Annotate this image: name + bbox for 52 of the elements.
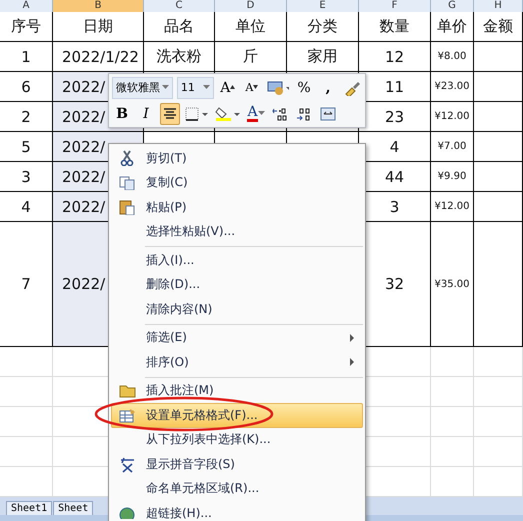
table-cell: 12 bbox=[359, 42, 431, 72]
menu-item[interactable]: 从下拉列表中选择(K)... bbox=[111, 428, 363, 452]
column-header[interactable]: A bbox=[0, 0, 53, 12]
sheet-tab[interactable]: Sheet bbox=[53, 501, 94, 515]
table-cell: ¥9.90 bbox=[431, 162, 474, 192]
column-header[interactable]: H bbox=[474, 0, 523, 12]
menu-item[interactable]: 插入批注(M) bbox=[111, 378, 363, 403]
table-cell: 4 bbox=[0, 192, 53, 222]
font-size-dropdown[interactable]: 11 bbox=[176, 76, 214, 98]
header-cell: 数量 bbox=[359, 12, 431, 42]
menu-item[interactable]: 排序(O) bbox=[111, 350, 363, 374]
column-header[interactable]: C bbox=[144, 0, 215, 12]
table-cell: 3 bbox=[0, 162, 53, 192]
table-cell: 2 bbox=[0, 102, 53, 132]
header-cell: 单位 bbox=[215, 12, 287, 42]
sheet-tab[interactable]: Sheet1 bbox=[6, 501, 52, 515]
header-cell: 日期 bbox=[53, 12, 144, 42]
column-header[interactable]: B bbox=[53, 0, 144, 12]
grow-font-button[interactable]: A bbox=[218, 76, 238, 98]
header-cell: 金额 bbox=[474, 12, 523, 42]
table-cell: 6 bbox=[0, 72, 53, 102]
column-header[interactable]: E bbox=[287, 0, 359, 12]
table-cell: 家用 bbox=[287, 42, 359, 72]
table-cell: 1 bbox=[0, 42, 53, 72]
menu-item[interactable]: 设置单元格格式(F)... bbox=[111, 403, 363, 428]
column-header[interactable]: F bbox=[359, 0, 431, 12]
header-cell: 品名 bbox=[144, 12, 215, 42]
table-cell: 洗衣粉 bbox=[144, 42, 215, 72]
percent-button[interactable]: % bbox=[294, 76, 314, 98]
menu-item[interactable]: 显示拼音字段(S) bbox=[111, 452, 363, 476]
bold-button[interactable]: B bbox=[112, 102, 132, 124]
font-color-button[interactable]: A bbox=[246, 102, 266, 124]
table-cell: 5 bbox=[0, 132, 53, 162]
header-cell: 序号 bbox=[0, 12, 53, 42]
table-cell: ¥23.00 bbox=[431, 72, 474, 102]
table-cell: 2022/1/22 bbox=[53, 42, 144, 72]
table-cell: 斤 bbox=[215, 42, 287, 72]
font-dropdown[interactable]: 微软雅黑 bbox=[112, 76, 173, 98]
header-cell: 分类 bbox=[287, 12, 359, 42]
table-cell: ¥7.00 bbox=[431, 132, 474, 162]
table-cell: ¥12.00 bbox=[431, 192, 474, 222]
column-header[interactable]: G bbox=[431, 0, 474, 12]
table-cell: ¥8.00 bbox=[431, 42, 474, 72]
comma-button[interactable]: , bbox=[318, 76, 338, 98]
column-header[interactable]: D bbox=[215, 0, 287, 12]
table-cell: ¥12.00 bbox=[431, 102, 474, 132]
menu-item[interactable]: 命名单元格区域(R)... bbox=[111, 476, 363, 501]
shrink-font-button[interactable]: A bbox=[242, 76, 262, 98]
table-cell: 7 bbox=[0, 222, 53, 347]
menu-item[interactable]: 超链接(H)... bbox=[111, 501, 363, 521]
header-cell: 单价 bbox=[431, 12, 474, 42]
table-cell: ¥35.00 bbox=[431, 222, 474, 347]
